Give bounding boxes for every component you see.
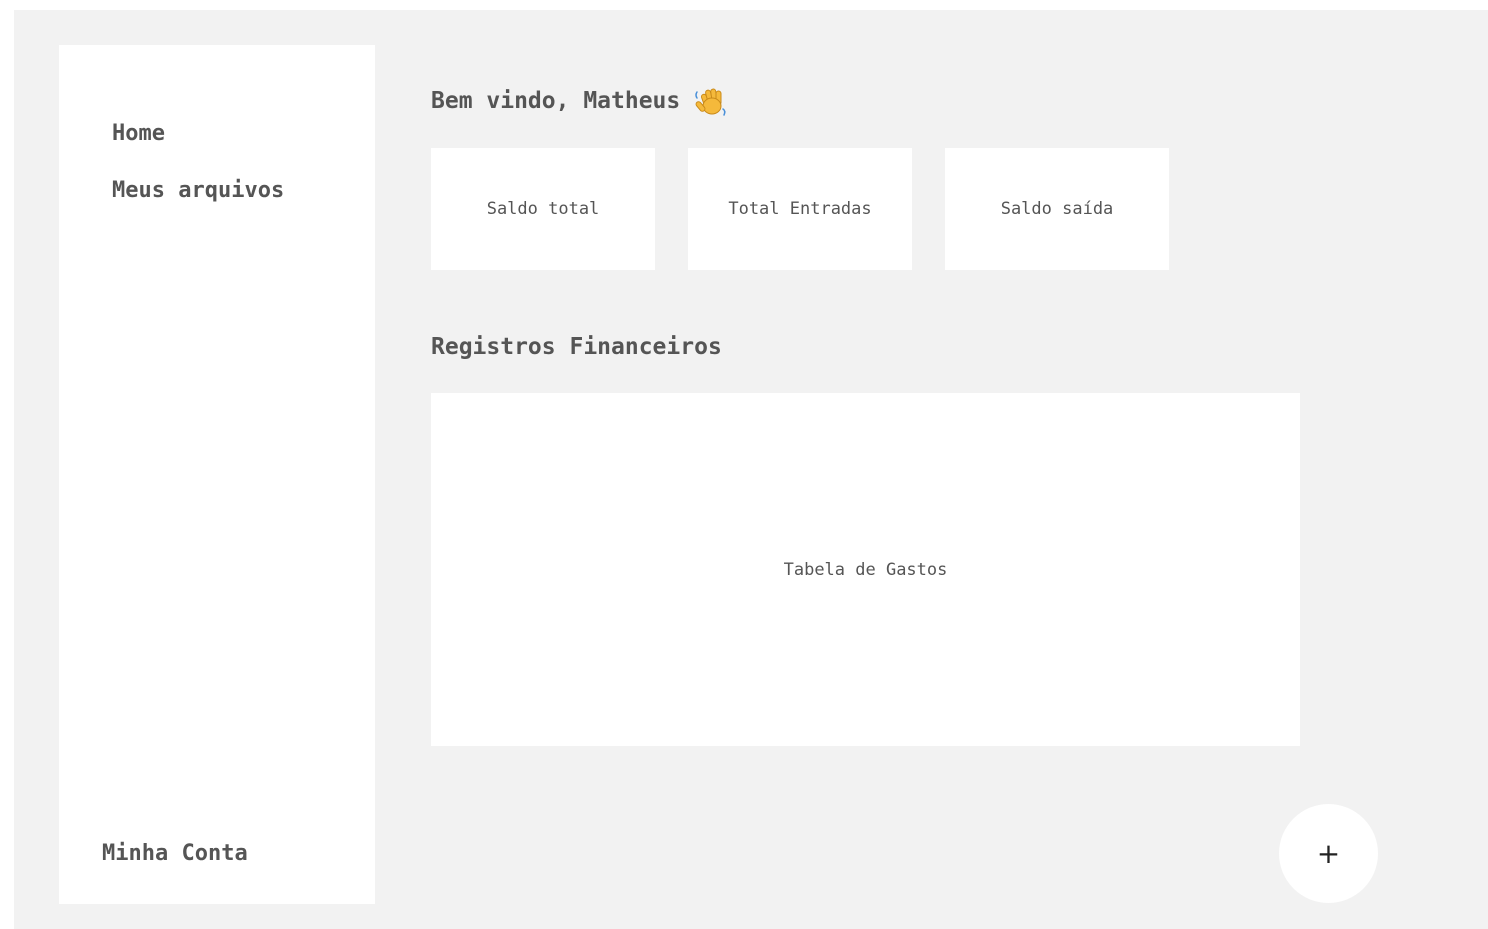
summary-card-total-entradas: Total Entradas (688, 148, 912, 270)
sidebar-item-meus-arquivos[interactable]: Meus arquivos (112, 178, 284, 203)
waving-hand-icon (694, 84, 728, 118)
greeting-text: Bem vindo, Matheus (431, 88, 681, 114)
plus-icon: + (1316, 836, 1341, 870)
summary-card-label: Saldo total (486, 199, 600, 219)
summary-card-saldo-total: Saldo total (431, 148, 655, 270)
add-record-button[interactable]: + (1279, 804, 1378, 903)
table-placeholder-text: Tabela de Gastos (783, 559, 948, 580)
section-title-registros: Registros Financeiros (431, 334, 722, 360)
summary-card-saldo-saida: Saldo saída (945, 148, 1169, 270)
page-greeting: Bem vindo, Matheus (431, 84, 728, 118)
expenses-table: Tabela de Gastos (431, 393, 1300, 746)
summary-card-label: Saldo saída (1000, 199, 1114, 219)
sidebar (59, 45, 375, 904)
sidebar-item-home[interactable]: Home (112, 121, 165, 146)
summary-card-label: Total Entradas (728, 199, 872, 219)
sidebar-item-minha-conta[interactable]: Minha Conta (102, 841, 248, 866)
